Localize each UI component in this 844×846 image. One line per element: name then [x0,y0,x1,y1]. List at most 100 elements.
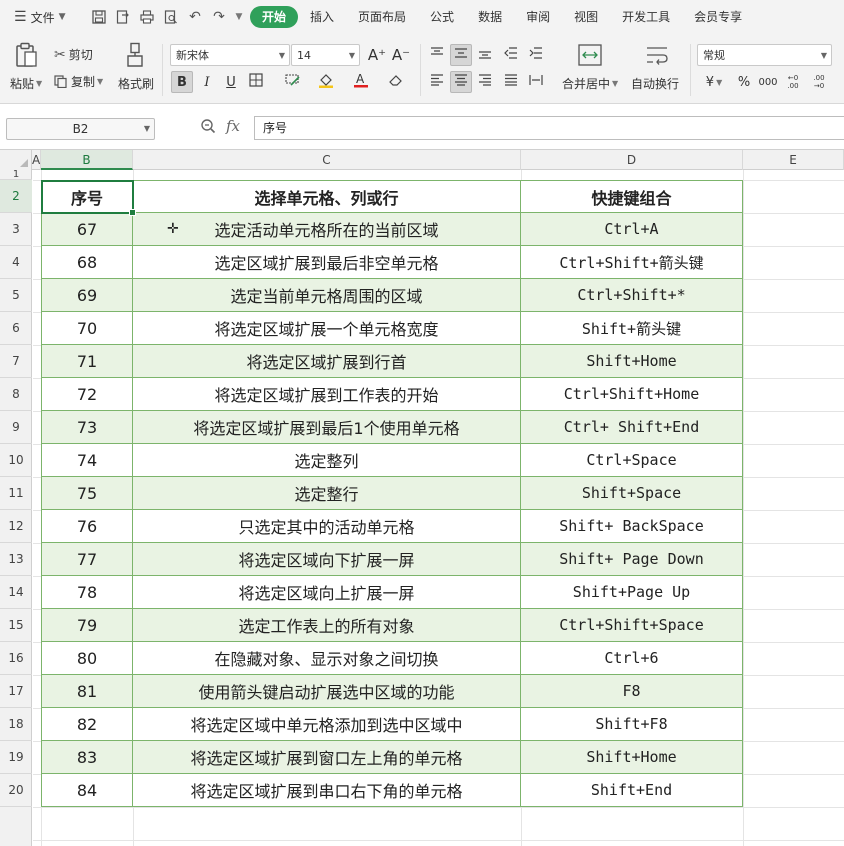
row-header-18[interactable]: 18 [0,708,32,741]
cell-description[interactable]: 选定活动单元格所在的当前区域 [133,213,521,246]
cell-shortcut[interactable]: Shift+ Page Down [521,543,743,576]
cell-shortcut[interactable]: Shift+箭头键 [521,312,743,345]
underline-button[interactable]: U [220,71,242,93]
row-header-14[interactable]: 14 [0,576,32,609]
cell-description[interactable]: 将选定区域扩展到最后1个使用单元格 [133,411,521,444]
row-header-19[interactable]: 19 [0,741,32,774]
font-size-select[interactable]: 14 ▼ [291,44,360,66]
cell-index[interactable]: 74 [41,444,133,477]
cell-shortcut[interactable]: Shift+F8 [521,708,743,741]
cell-shortcut[interactable]: Ctrl+Shift+Space [521,609,743,642]
row-header-7[interactable]: 7 [0,345,32,378]
align-bottom-button[interactable] [474,44,496,66]
undo-icon[interactable]: ↶ [184,6,206,28]
tab-7[interactable]: 开发工具 [610,6,682,28]
row-header-15[interactable]: 15 [0,609,32,642]
increase-decimal-button[interactable]: ←0 .00 [782,71,804,93]
cell-index[interactable]: 67 [41,213,133,246]
row-header-17[interactable]: 17 [0,675,32,708]
increase-indent-button[interactable] [525,44,547,66]
cell-description[interactable]: 将选定区域向下扩展一屏 [133,543,521,576]
font-color-button[interactable]: A [350,71,372,93]
redo-icon[interactable]: ↷ [208,6,230,28]
cell-index[interactable]: 76 [41,510,133,543]
decrease-indent-button[interactable] [500,44,522,66]
cell-shortcut[interactable]: Shift+Home [521,345,743,378]
row-header-2[interactable]: 2 [0,180,32,213]
cell-description[interactable]: 将选定区域中单元格添加到选中区域中 [133,708,521,741]
column-header-c[interactable]: C [133,150,521,170]
row-header-6[interactable]: 6 [0,312,32,345]
cell-index[interactable]: 83 [41,741,133,774]
cell-description[interactable]: 将选定区域扩展一个单元格宽度 [133,312,521,345]
wrap-icon-wrap[interactable] [645,44,669,69]
tab-5[interactable]: 审阅 [514,6,562,28]
fx-icon[interactable]: fx [226,117,240,135]
cut-button[interactable]: ✂ 剪切 [54,46,93,63]
cell-index[interactable]: 71 [41,345,133,378]
row-header-20[interactable]: 20 [0,774,32,807]
justify-button[interactable] [500,71,522,93]
cell-description[interactable]: 将选定区域扩展到串口右下角的单元格 [133,774,521,807]
merge-center-button[interactable]: 合并居中 ▼ [562,75,618,92]
distribute-button[interactable] [525,71,547,93]
column-header-b[interactable]: B [41,150,133,170]
column-header-e[interactable]: E [743,150,844,170]
number-format-select[interactable]: 常规 ▼ [697,44,832,66]
cell-index[interactable]: 72 [41,378,133,411]
cell-index[interactable]: 77 [41,543,133,576]
header-cell-index[interactable]: 序号 [41,180,133,213]
cell-shortcut[interactable]: Ctrl+Shift+* [521,279,743,312]
align-middle-button[interactable] [450,44,472,66]
grow-font-button[interactable]: A⁺ [366,44,388,66]
cell-index[interactable]: 69 [41,279,133,312]
cell-index[interactable]: 84 [41,774,133,807]
cell-shortcut[interactable]: Ctrl+Shift+箭头键 [521,246,743,279]
cell-description[interactable]: 选定整列 [133,444,521,477]
zoom-search-icon[interactable] [200,118,216,138]
align-center-button[interactable] [450,71,472,93]
tab-8[interactable]: 会员专享 [682,6,754,28]
formula-input[interactable]: 序号 [254,116,844,140]
currency-button[interactable]: ¥ ▼ [700,71,728,93]
align-right-button[interactable] [474,71,496,93]
tab-0[interactable]: 开始 [250,6,299,28]
cell-index[interactable]: 78 [41,576,133,609]
name-box[interactable]: B2 ▼ [6,118,155,140]
tab-2[interactable]: 页面布局 [346,6,418,28]
cell-shortcut[interactable]: Ctrl+A [521,213,743,246]
align-top-button[interactable] [426,44,448,66]
cell-style-button[interactable] [282,71,304,93]
cell-index[interactable]: 73 [41,411,133,444]
cell-index[interactable]: 68 [41,246,133,279]
cell-description[interactable]: 选定工作表上的所有对象 [133,609,521,642]
row-header-11[interactable]: 11 [0,477,32,510]
file-menu[interactable]: ☰ 文件 ▼ [0,0,88,34]
thousands-button[interactable]: 000 [757,71,779,93]
wrap-text-button[interactable]: 自动换行 [631,75,679,92]
cell-description[interactable]: 选定区域扩展到最后非空单元格 [133,246,521,279]
tab-6[interactable]: 视图 [562,6,610,28]
cell-description[interactable]: 只选定其中的活动单元格 [133,510,521,543]
row-header-1[interactable]: 1 [0,170,32,180]
cell-description[interactable]: 将选定区域扩展到工作表的开始 [133,378,521,411]
column-header-d[interactable]: D [521,150,743,170]
row-header-10[interactable]: 10 [0,444,32,477]
align-left-button[interactable] [426,71,448,93]
row-header-3[interactable]: 3 [0,213,32,246]
cell-description[interactable]: 选定当前单元格周围的区域 [133,279,521,312]
row-header-13[interactable]: 13 [0,543,32,576]
percent-button[interactable]: % [733,71,755,93]
merge-icon-wrap[interactable] [578,44,602,69]
tab-3[interactable]: 公式 [418,6,466,28]
row-header-16[interactable]: 16 [0,642,32,675]
bold-button[interactable]: B [171,71,193,93]
cell-shortcut[interactable]: Shift+Home [521,741,743,774]
print-icon[interactable] [136,6,158,28]
cell-shortcut[interactable]: Shift+Space [521,477,743,510]
copy-button[interactable]: 复制 ▼ [54,73,103,90]
cell-shortcut[interactable]: Shift+End [521,774,743,807]
cell-description[interactable]: 将选定区域扩展到窗口左上角的单元格 [133,741,521,774]
format-painter-icon-wrap[interactable] [124,42,146,68]
paste-menu[interactable]: 粘贴 ▼ [10,75,42,92]
